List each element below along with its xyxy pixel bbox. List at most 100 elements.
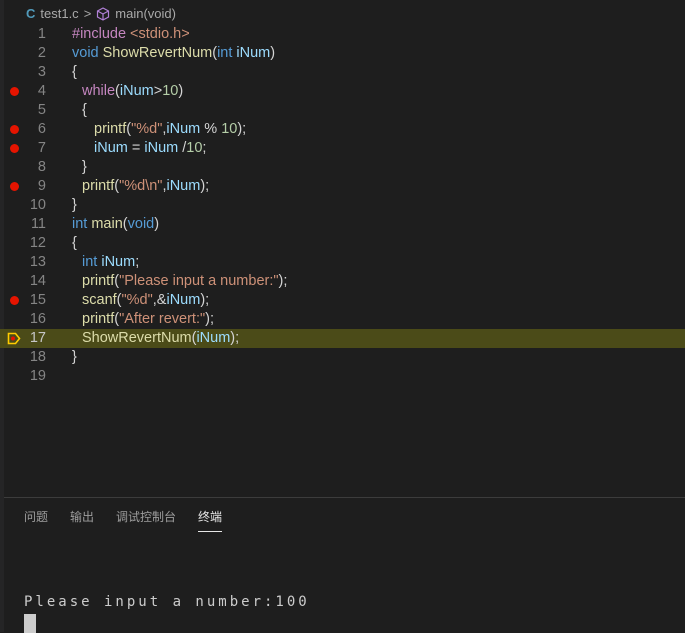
code-token: iNum	[236, 45, 271, 61]
code-line[interactable]: 8}	[0, 158, 685, 177]
code-line[interactable]: 1 #include <stdio.h>	[0, 25, 685, 44]
code-token: ;	[135, 254, 140, 270]
code-token: "%d"	[121, 292, 153, 308]
code-token: {	[72, 64, 77, 80]
code-text: iNum = iNum /10;	[94, 139, 206, 158]
code-text: printf("%d",iNum % 10);	[94, 120, 246, 139]
code-line[interactable]: 7 iNum = iNum /10;	[0, 139, 685, 158]
line-number: 16	[29, 311, 46, 327]
code-line[interactable]: 11 int main(void)	[0, 215, 685, 234]
breadcrumb-separator: >	[83, 6, 92, 21]
code-token: main	[91, 216, 123, 232]
code-token: int	[217, 45, 237, 61]
code-token: )	[178, 83, 184, 99]
code-line[interactable]: 15 scanf("%d",&iNum);	[0, 291, 685, 310]
breadcrumb-symbol[interactable]: main(void)	[115, 6, 176, 21]
line-number: 9	[37, 178, 46, 194]
line-number: 5	[37, 102, 46, 118]
code-token: "%d\n"	[119, 178, 163, 194]
code-token: printf	[94, 121, 127, 137]
code-token: ShowRevertNum	[102, 45, 213, 61]
code-text: int main(void)	[72, 215, 159, 234]
line-number: 4	[37, 83, 46, 99]
code-text: while(iNum>10)	[82, 82, 183, 101]
code-line[interactable]: 12 {	[0, 234, 685, 253]
code-token: printf	[82, 311, 115, 327]
code-text: void ShowRevertNum(int iNum)	[72, 44, 275, 63]
code-token: ,&	[152, 292, 167, 308]
code-token: >	[153, 83, 163, 99]
code-token: }	[72, 349, 77, 365]
code-token: iNum	[144, 140, 179, 156]
code-token: ;	[202, 140, 207, 156]
code-token: );	[237, 121, 247, 137]
bottom-panel: 问题 输出 调试控制台 终端 Please input a number:100	[4, 497, 685, 633]
code-token: );	[278, 273, 288, 289]
code-line[interactable]: 5{	[0, 101, 685, 120]
code-token: "Please input a number:"	[119, 273, 279, 289]
code-line[interactable]: 18}	[0, 348, 685, 367]
code-token: );	[200, 292, 210, 308]
tab-output[interactable]: 输出	[70, 508, 94, 532]
code-line[interactable]: 10}	[0, 196, 685, 215]
code-token: );	[230, 330, 240, 346]
code-text: int iNum;	[82, 253, 139, 272]
code-token: 10	[162, 83, 179, 99]
code-token: );	[205, 311, 214, 327]
line-number: 3	[37, 64, 46, 80]
c-file-icon: C	[26, 6, 36, 21]
code-token: printf	[82, 273, 115, 289]
code-token: <stdio.h>	[130, 26, 190, 42]
line-number: 15	[29, 292, 46, 308]
code-text: printf("After revert:");	[82, 310, 214, 329]
code-token: =	[127, 140, 145, 156]
code-line[interactable]: 6 printf("%d",iNum % 10);	[0, 120, 685, 139]
line-number: 1	[37, 26, 46, 42]
code-line[interactable]: 14 printf("Please input a number:");	[0, 272, 685, 291]
line-number: 11	[30, 216, 46, 232]
code-token: {	[72, 235, 77, 251]
code-text: {	[82, 101, 87, 120]
code-token: scanf	[82, 292, 117, 308]
code-token: iNum	[101, 254, 136, 270]
code-text: ShowRevertNum(iNum);	[82, 329, 239, 348]
code-token: }	[82, 159, 87, 175]
code-token: %	[200, 121, 222, 137]
code-token: while	[82, 83, 116, 99]
line-number: 10	[29, 197, 46, 213]
tab-problems[interactable]: 问题	[24, 508, 48, 532]
terminal-cursor[interactable]	[24, 614, 36, 633]
code-token: #include	[72, 26, 131, 42]
code-token: iNum	[94, 140, 128, 156]
code-token: )	[270, 45, 276, 61]
code-token: int	[82, 254, 102, 270]
code-token: iNum	[196, 330, 231, 346]
code-text: }	[82, 158, 87, 177]
breadcrumb-file[interactable]: test1.c	[40, 6, 78, 21]
code-line[interactable]: 13 int iNum;	[0, 253, 685, 272]
code-text: }	[72, 348, 77, 367]
code-line[interactable]: 19	[0, 367, 685, 386]
terminal-output: Please input a number:100	[24, 594, 310, 610]
code-token: iNum	[166, 121, 201, 137]
tab-terminal[interactable]: 终端	[198, 508, 223, 532]
code-token: "After revert:"	[119, 311, 206, 327]
code-line[interactable]: 4 while(iNum>10)	[0, 82, 685, 101]
code-token: ShowRevertNum	[82, 330, 192, 346]
code-line[interactable]: 3{	[0, 63, 685, 82]
code-line[interactable]: 16 printf("After revert:");	[0, 310, 685, 329]
code-token: void	[127, 216, 155, 232]
code-line[interactable]: 17 ShowRevertNum(iNum);	[0, 329, 685, 348]
code-editor[interactable]: 1 #include <stdio.h> 2 void ShowRevertNum(i…	[0, 25, 685, 386]
code-line[interactable]: 9 printf("%d\n",iNum);	[0, 177, 685, 196]
code-token: }	[72, 197, 77, 213]
line-number: 14	[29, 273, 46, 289]
code-token: 10	[186, 140, 203, 156]
line-number: 8	[37, 159, 46, 175]
code-text: printf("%d\n",iNum);	[82, 177, 209, 196]
line-number: 6	[37, 121, 46, 137]
line-number: 12	[29, 235, 46, 251]
code-line[interactable]: 2 void ShowRevertNum(int iNum)	[0, 44, 685, 63]
code-text: printf("Please input a number:");	[82, 272, 287, 291]
tab-debug-console[interactable]: 调试控制台	[116, 508, 176, 532]
